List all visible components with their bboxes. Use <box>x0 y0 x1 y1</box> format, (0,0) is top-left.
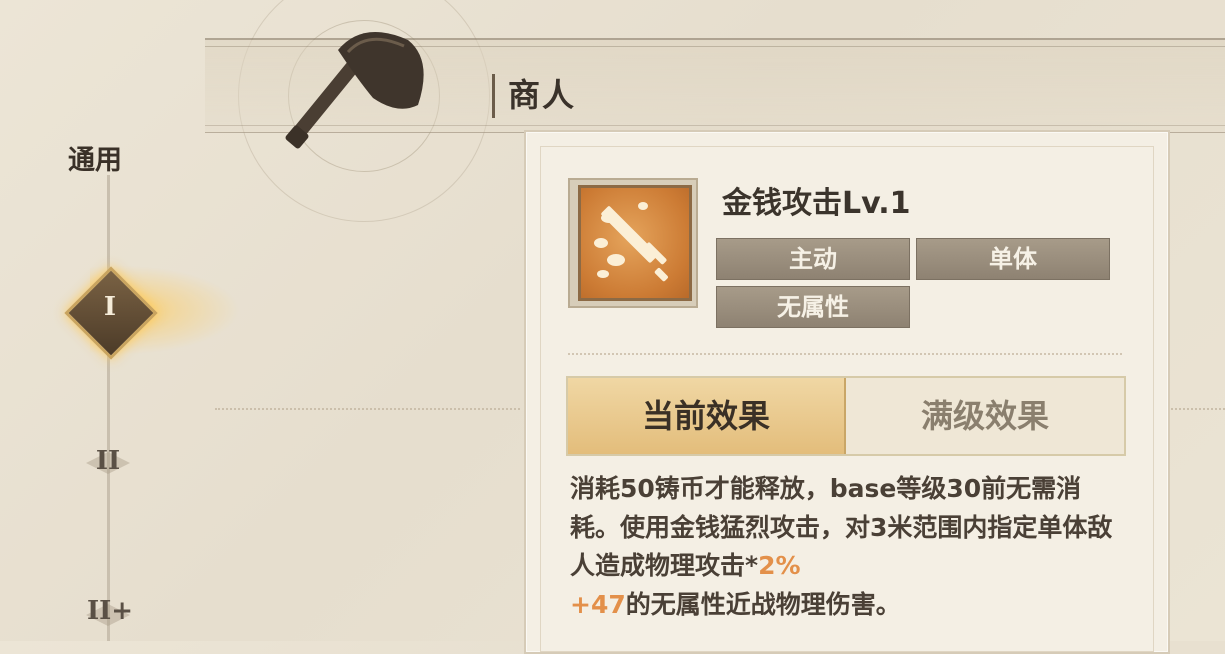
tier-label-2[interactable]: II <box>68 446 148 476</box>
panel-divider <box>568 353 1122 355</box>
desc-text-1: 消耗50铸币才能释放，base等级30前无需消耗。使用金钱猛烈攻击，对3米范围内… <box>570 474 1113 580</box>
tag-single-target: 单体 <box>916 238 1110 280</box>
tab-max-effect[interactable]: 满级效果 <box>846 378 1124 454</box>
sword-and-coins-icon <box>594 202 668 282</box>
tag-no-element: 无属性 <box>716 286 910 328</box>
desc-highlight-1: 2% <box>758 551 801 580</box>
desc-highlight-2: +47 <box>570 589 626 619</box>
tier-label-3[interactable]: II+ <box>70 596 150 626</box>
divider-right <box>1168 408 1225 410</box>
desc-text-2: 的无属性近战物理伤害。 <box>625 589 901 619</box>
category-label[interactable]: 通用 <box>68 138 122 177</box>
tier-rail <box>107 175 110 641</box>
skill-name: 金钱攻击Lv.1 <box>722 186 911 221</box>
tier-label-1: I <box>103 292 117 322</box>
title-marker <box>492 74 495 118</box>
tag-active: 主动 <box>716 238 910 280</box>
skill-icon[interactable] <box>578 185 692 301</box>
skill-description: 消耗50铸币才能释放，base等级30前无需消耗。使用金钱猛烈攻击，对3米范围内… <box>570 470 1130 624</box>
divider-left <box>215 408 520 410</box>
effect-tabs: 当前效果 满级效果 <box>566 376 1126 456</box>
axe-icon <box>285 32 424 149</box>
class-title: 商人 <box>508 76 577 114</box>
tab-current-effect[interactable]: 当前效果 <box>568 378 846 454</box>
